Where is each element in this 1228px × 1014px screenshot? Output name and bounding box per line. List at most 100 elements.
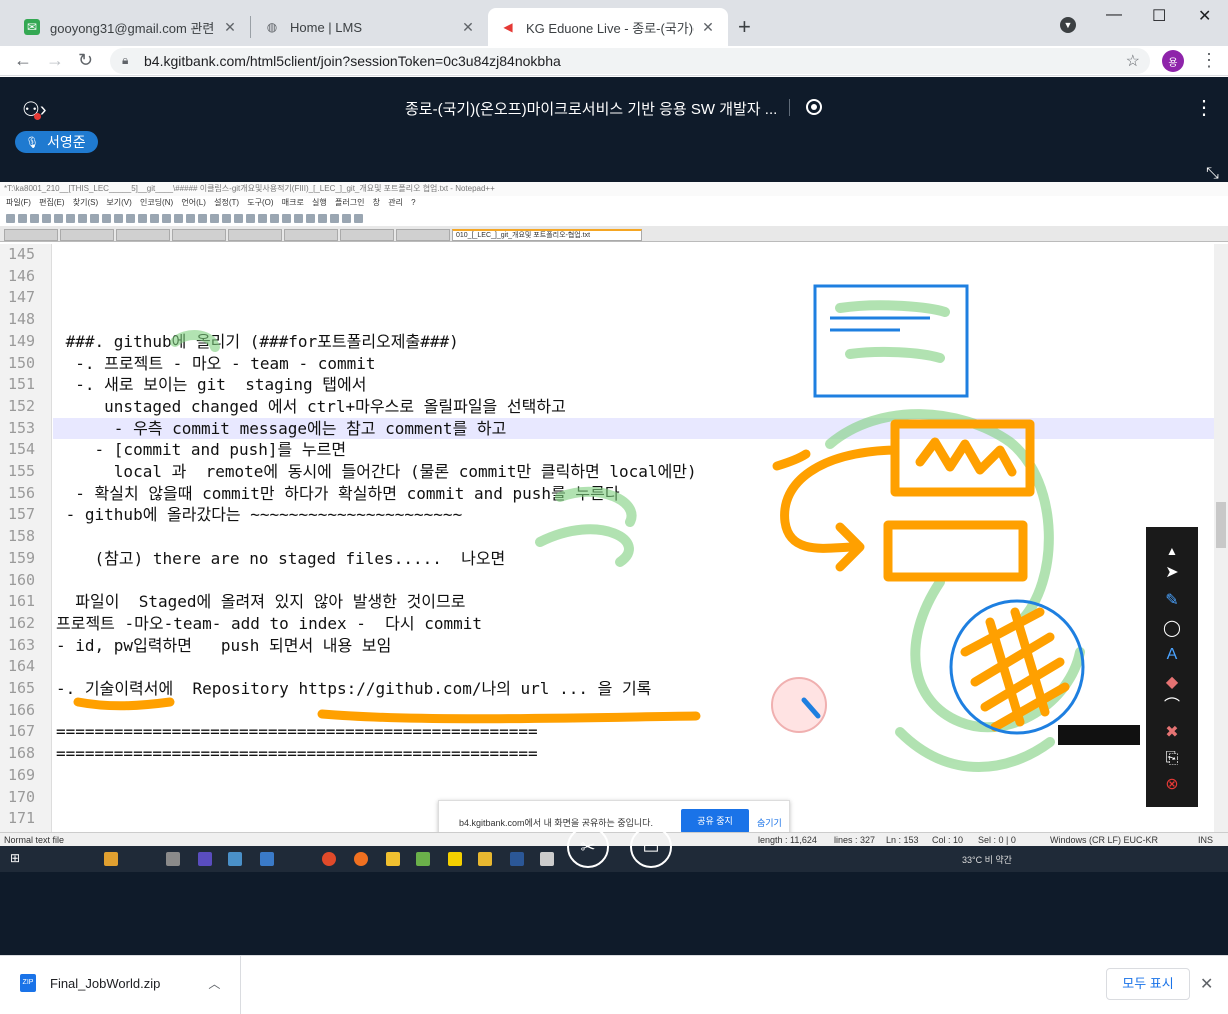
code-line: ========================================… bbox=[56, 722, 538, 742]
app-icon bbox=[198, 852, 212, 866]
line-number: 152 bbox=[8, 396, 36, 415]
share-webcam-button[interactable]: ▭ bbox=[630, 826, 672, 868]
file-tab bbox=[228, 229, 282, 241]
bookmark-star-icon[interactable]: ☆ bbox=[1126, 51, 1140, 71]
lines-info: lines : 327 bbox=[834, 835, 876, 845]
annotation-toolbar: ▲ ➤ ✎ ◯ A ◆ ⌒ ✖ ⎘ ⊗ bbox=[1146, 527, 1198, 807]
app-icon bbox=[228, 852, 242, 866]
weather-tray: 33°C 비 약간 bbox=[962, 855, 1012, 865]
text-icon[interactable]: A bbox=[1162, 645, 1182, 665]
stop-sharing-button[interactable]: 공유 중지 bbox=[681, 809, 749, 833]
eraser-icon[interactable]: ◆ bbox=[1162, 673, 1182, 693]
header-divider bbox=[789, 99, 790, 116]
show-all-button[interactable]: 모두 표시 bbox=[1106, 968, 1190, 1000]
line-number: 171 bbox=[8, 809, 36, 828]
close-annotation-icon[interactable]: ⊗ bbox=[1162, 775, 1182, 795]
mail-icon: ✉ bbox=[24, 19, 40, 35]
close-window-icon[interactable]: ✕ bbox=[1198, 6, 1211, 26]
maximize-icon[interactable]: ☐ bbox=[1152, 6, 1166, 26]
record-icon[interactable] bbox=[806, 99, 822, 115]
code-line: 파일이 Staged에 올려져 있지 않아 발생한 것이므로 bbox=[56, 592, 466, 612]
scroll-up-icon[interactable]: ▲ bbox=[1162, 541, 1182, 561]
chevron-up-icon[interactable]: ︿ bbox=[208, 975, 220, 992]
mute-audio-button[interactable]: ✂ bbox=[567, 826, 609, 868]
hide-button[interactable]: 숨기기 bbox=[757, 816, 782, 829]
lasso-icon[interactable]: ⌒ bbox=[1162, 697, 1182, 717]
encoding-info: Windows (CR LF) EUC-KR bbox=[1050, 835, 1159, 845]
tab-title: KG Eduone Live - 종로-(국가)(온 bbox=[526, 20, 694, 36]
app-icon bbox=[166, 852, 180, 866]
lock-icon: 🔒︎ bbox=[122, 53, 129, 67]
line-number: 147 bbox=[8, 288, 36, 307]
vertical-scrollbar bbox=[1214, 244, 1228, 840]
line-number: 160 bbox=[8, 570, 36, 589]
code-line: - [commit and push]를 누르면 bbox=[56, 440, 347, 460]
line-number: 167 bbox=[8, 722, 36, 741]
file-type: Normal text file bbox=[4, 835, 65, 845]
download-item[interactable]: ZIP Final_JobWorld.zip ︿ bbox=[20, 974, 220, 992]
settings-app-icon bbox=[540, 852, 554, 866]
tab-search-icon[interactable]: ▼ bbox=[1060, 17, 1076, 33]
circle-icon[interactable]: ◯ bbox=[1162, 619, 1182, 639]
video-off-icon: ▭ bbox=[642, 836, 660, 857]
file-tab bbox=[396, 229, 450, 241]
pointer-icon[interactable]: ➤ bbox=[1162, 563, 1182, 583]
browser-toolbar: ← → ↻ 🔒︎ b4.kgitbank.com/html5client/joi… bbox=[0, 46, 1228, 76]
file-tab bbox=[340, 229, 394, 241]
code-line: 프로젝트 -마오-team- add to index - 다시 commit bbox=[56, 613, 483, 633]
share-message: b4.kgitbank.com에서 내 화면을 공유하는 중입니다. bbox=[459, 818, 653, 828]
zip-file-icon: ZIP bbox=[20, 974, 36, 992]
shelf-divider bbox=[240, 956, 241, 1014]
audio-off-icon: ✂ bbox=[580, 836, 596, 857]
code-line: - 확실치 않을때 commit만 하다가 확실하면 commit and pu… bbox=[56, 483, 620, 503]
app-icon bbox=[416, 852, 430, 866]
col-info: Col : 10 bbox=[932, 835, 964, 845]
windows-start-icon: ⊞ bbox=[10, 851, 21, 865]
close-icon[interactable]: ✕ bbox=[1200, 974, 1213, 994]
app-icon bbox=[354, 852, 368, 866]
notepad-tabs: 010_[_LEC_]_git_개요및 포트폴리오-협업.txt bbox=[0, 226, 1228, 242]
line-number: 163 bbox=[8, 635, 36, 654]
download-filename: Final_JobWorld.zip bbox=[50, 975, 161, 991]
chrome-menu-icon[interactable]: ⋮ bbox=[1200, 50, 1218, 71]
microphone-icon: 🎙︎ bbox=[25, 136, 39, 149]
app-icon bbox=[386, 852, 400, 866]
minimize-icon[interactable]: — bbox=[1106, 6, 1122, 24]
code-line: - github에 올라갔다는 ~~~~~~~~~~~~~~~~~~~~~~ bbox=[56, 505, 463, 525]
notification-dot bbox=[34, 113, 41, 120]
annotation-colorbar[interactable] bbox=[1058, 725, 1140, 745]
fullscreen-icon[interactable]: ⤡ bbox=[1206, 165, 1219, 183]
line-number: 151 bbox=[8, 375, 36, 394]
kg-logo-icon: ◀ bbox=[503, 20, 513, 34]
globe-icon: ◍ bbox=[266, 20, 278, 34]
options-menu-icon[interactable]: ⋮ bbox=[1194, 95, 1214, 120]
close-icon[interactable]: ✕ bbox=[700, 19, 716, 36]
tab-kg-eduone[interactable]: ◀ KG Eduone Live - 종로-(국가)(온 ✕ bbox=[488, 8, 728, 46]
word-app-icon bbox=[510, 852, 524, 866]
line-number: 157 bbox=[8, 505, 36, 524]
back-icon[interactable]: ← bbox=[14, 50, 32, 71]
close-icon[interactable]: ✕ bbox=[460, 19, 476, 36]
code-line: unstaged changed 에서 ctrl+마우스로 올릴파일을 선택하고 bbox=[56, 396, 566, 416]
code-line: ###. github에 올리기 (###for포트폴리오제출###) bbox=[56, 331, 459, 351]
pen-icon[interactable]: ✎ bbox=[1162, 591, 1182, 611]
reload-icon[interactable]: ↻ bbox=[78, 50, 93, 71]
exit-icon[interactable]: ⎘ bbox=[1162, 749, 1182, 769]
screenshare-view: *T:\ka8001_210__[THIS_LEC_____5]__git___… bbox=[0, 182, 1228, 872]
tab-gmail[interactable]: ✉ gooyong31@gmail.com 관련 보 ✕ bbox=[12, 8, 250, 46]
avatar[interactable]: 용 bbox=[1162, 50, 1184, 72]
forward-icon[interactable]: → bbox=[46, 50, 64, 71]
code-line: -. 기술이력서에 Repository https://github.com/… bbox=[56, 679, 652, 698]
new-tab-button[interactable]: + bbox=[738, 14, 751, 40]
address-bar[interactable]: 🔒︎ b4.kgitbank.com/html5client/join?sess… bbox=[110, 48, 1150, 74]
close-icon[interactable]: ✕ bbox=[222, 19, 238, 36]
code-line: - 우측 commit message에는 참고 comment를 하고 bbox=[56, 418, 507, 438]
url-text: b4.kgitbank.com/html5client/join?session… bbox=[144, 53, 561, 69]
clear-icon[interactable]: ✖ bbox=[1162, 723, 1182, 743]
line-number: 150 bbox=[8, 353, 36, 372]
tab-lms[interactable]: ◍ Home | LMS ✕ bbox=[252, 8, 488, 46]
